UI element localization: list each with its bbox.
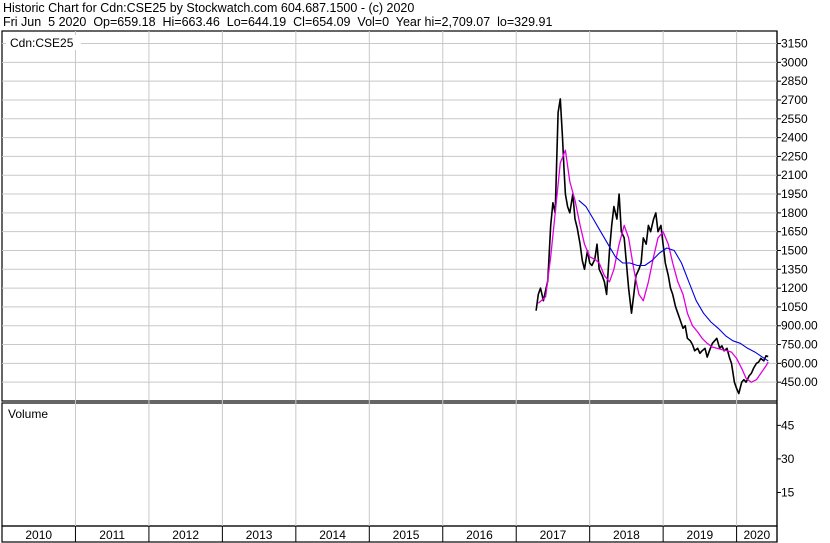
volume-y-ticks: 45 30 15 [777, 418, 795, 499]
y-tick-label: 1350 [781, 262, 808, 276]
y-tick-label: 1800 [781, 206, 808, 220]
x-ticks: 2010 2011 2012 2013 2014 2015 2016 2017 2018 2019… [25, 528, 770, 542]
x-tick-label: 2010 [25, 528, 52, 542]
y-tick-label: 2250 [781, 149, 808, 163]
x-tick-label: 2020 [743, 528, 770, 542]
price-series [535, 98, 769, 395]
volume-y-tick-label: 45 [781, 418, 795, 432]
volume-panel-frame [1, 402, 778, 527]
x-tick-label: 2019 [687, 528, 714, 542]
y-tick-label: 3000 [781, 55, 808, 69]
x-tick-label: 2013 [246, 528, 273, 542]
x-tick-label: 2016 [466, 528, 493, 542]
y-tick-label: 900.00 [781, 319, 818, 333]
y-tick-label: 1200 [781, 281, 808, 295]
price-line [535, 98, 769, 395]
price-y-ticks: 3150 3000 2850 2700 2550 2400 2250 2100 1950 1800… [777, 37, 818, 389]
volume-y-tick-label: 30 [781, 452, 795, 466]
y-tick-label: 2400 [781, 131, 808, 145]
y-tick-label: 2700 [781, 93, 808, 107]
y-tick-label: 2850 [781, 74, 808, 88]
x-tick-label: 2018 [613, 528, 640, 542]
volume-y-tick-label: 15 [781, 485, 795, 499]
x-tick-label: 2014 [319, 528, 346, 542]
x-tick-label: 2015 [393, 528, 420, 542]
y-tick-label: 3150 [781, 37, 808, 51]
moving-average-short-line [537, 149, 769, 383]
volume-panel-label: Volume [8, 407, 48, 421]
y-tick-label: 1650 [781, 225, 808, 239]
price-panel-label: Cdn:CSE25 [10, 36, 74, 50]
y-tick-label: 1950 [781, 187, 808, 201]
price-panel-frame [1, 30, 778, 402]
y-tick-label: 2100 [781, 168, 808, 182]
grid [2, 31, 777, 542]
y-tick-label: 2550 [781, 112, 808, 126]
y-tick-label: 750.00 [781, 338, 818, 352]
chart-canvas: 3150 3000 2850 2700 2550 2400 2250 2100 1950 1800… [1, 30, 818, 543]
y-tick-label: 1500 [781, 243, 808, 257]
x-tick-label: 2017 [540, 528, 567, 542]
y-tick-label: 1050 [781, 300, 808, 314]
x-tick-label: 2011 [99, 528, 125, 542]
x-tick-label: 2012 [172, 528, 199, 542]
y-tick-label: 600.00 [781, 356, 818, 370]
y-tick-label: 450.00 [781, 375, 818, 389]
